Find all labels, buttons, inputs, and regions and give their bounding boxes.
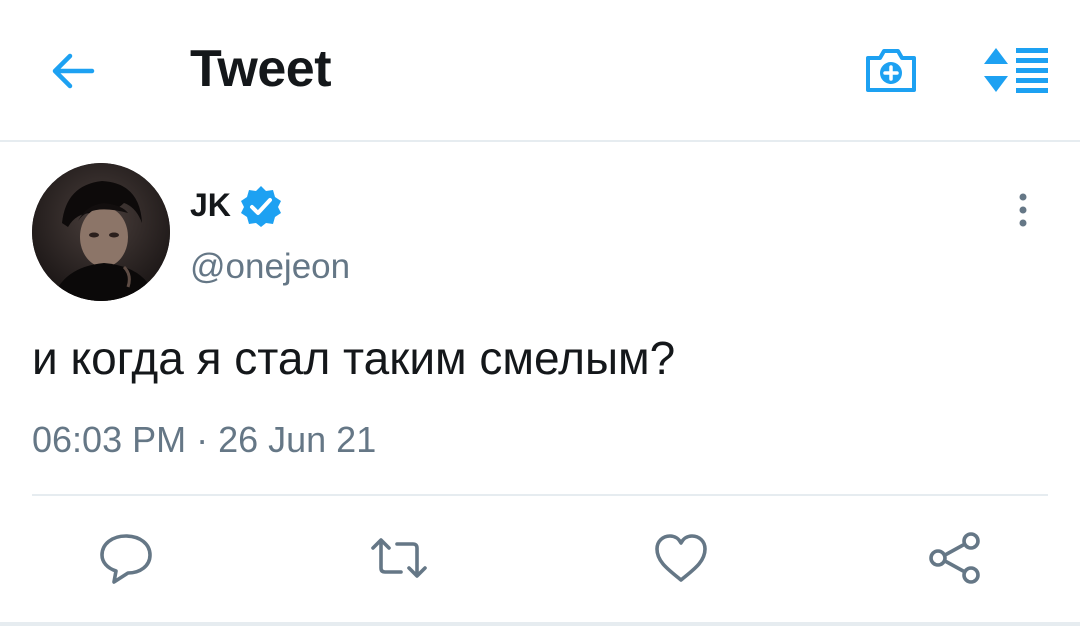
back-button[interactable] (48, 46, 98, 96)
camera-button[interactable] (862, 42, 920, 98)
more-options-button[interactable] (1008, 190, 1038, 230)
retweet-button[interactable] (369, 528, 429, 588)
verified-badge (238, 184, 284, 228)
page-title: Tweet (190, 40, 332, 98)
heart-icon (655, 534, 707, 582)
sort-button[interactable] (982, 44, 1050, 96)
avatar[interactable] (32, 163, 170, 301)
arrow-left-icon (52, 53, 95, 89)
sort-list-icon (984, 48, 1048, 93)
more-vertical-icon (1019, 193, 1027, 227)
bottom-divider (0, 622, 1080, 626)
reply-icon (100, 534, 152, 584)
tweet-timestamp: 06:03 PM · 26 Jun 21 (32, 419, 377, 460)
verified-icon (241, 186, 281, 227)
reply-button[interactable] (96, 528, 156, 588)
author-name[interactable]: JK (190, 185, 231, 225)
top-app-bar: Tweet (0, 0, 1080, 142)
like-button[interactable] (651, 528, 711, 588)
author-handle[interactable]: @onejeon (190, 246, 350, 288)
share-icon (929, 532, 980, 584)
retweet-icon (371, 538, 427, 578)
profile-photo (32, 163, 170, 301)
camera-plus-icon (866, 49, 916, 92)
share-button[interactable] (925, 528, 985, 588)
tweet-text: и когда я стал таким смелым? (32, 332, 676, 384)
divider (32, 494, 1048, 496)
